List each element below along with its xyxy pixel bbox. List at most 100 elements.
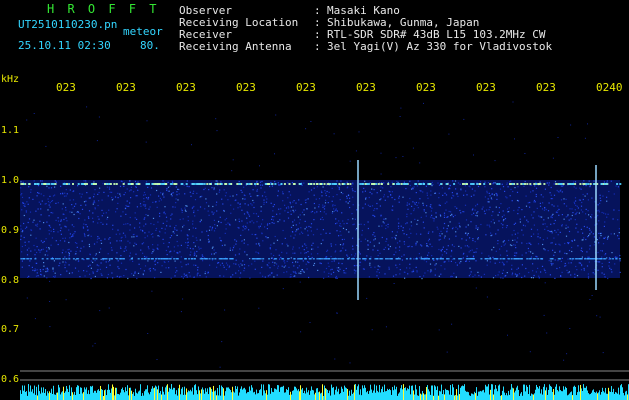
noise-speck (554, 251, 556, 253)
carrier-line-dot (116, 258, 119, 260)
signal-bar (293, 390, 294, 400)
carrier-line-dot (184, 258, 187, 260)
noise-speck (65, 226, 67, 228)
noise-speck (135, 186, 137, 188)
noise-speck (21, 209, 23, 211)
noise-speck (219, 264, 222, 266)
signal-bar (281, 386, 282, 400)
noise-speck (137, 189, 139, 191)
noise-speck (62, 261, 64, 263)
noise-speck (235, 240, 238, 242)
noise-speck (208, 214, 210, 216)
noise-speck (464, 185, 466, 187)
noise-speck (213, 187, 215, 189)
signal-bar (43, 387, 44, 400)
signal-bar (600, 394, 601, 400)
carrier-line-dot (158, 183, 161, 185)
noise-speck (557, 234, 559, 236)
noise-speck (565, 216, 567, 218)
noise-speck (313, 187, 315, 189)
noise-speck (237, 202, 239, 204)
noise-speck (542, 202, 544, 204)
noise-speck (502, 210, 504, 212)
noise-speck (554, 219, 556, 222)
noise-speck (301, 211, 304, 213)
noise-speck (339, 199, 341, 201)
signal-bar (511, 384, 512, 400)
signal-bar (254, 391, 255, 400)
signal-bar (571, 391, 572, 400)
noise-speck (415, 233, 418, 235)
signal-bar (466, 391, 467, 400)
signal-bar (322, 384, 323, 400)
noise-speck (35, 275, 38, 277)
noise-speck (213, 249, 215, 251)
carrier-line-dot (436, 258, 439, 260)
noise-speck (491, 188, 493, 190)
noise-speck (215, 204, 217, 206)
signal-bar (178, 388, 179, 400)
noise-speck (251, 263, 253, 265)
noise-speck (244, 203, 246, 205)
noise-speck (239, 206, 241, 208)
carrier-line-dot (589, 183, 592, 185)
noise-speck (546, 237, 548, 239)
signal-bar (161, 394, 162, 400)
noise-speck (429, 243, 431, 245)
noise-speck (201, 231, 203, 233)
noise-speck (536, 256, 538, 258)
signal-bar (49, 391, 50, 400)
noise-speck (213, 253, 215, 255)
noise-speck (192, 248, 194, 250)
signal-bar (40, 393, 41, 400)
noise-speck (40, 270, 42, 272)
noise-speck (243, 264, 246, 266)
signal-bar (228, 387, 229, 400)
noise-speck (291, 182, 293, 184)
noise-speck (64, 240, 66, 242)
signal-bar (623, 392, 624, 400)
noise-speck (571, 214, 573, 217)
signal-bar (439, 390, 440, 400)
noise-speck (392, 205, 394, 207)
carrier-line-dot (574, 183, 577, 185)
noise-speck (264, 191, 266, 193)
noise-speck (345, 249, 347, 251)
noise-speck (376, 271, 378, 273)
noise-speck (325, 267, 328, 270)
noise-speck (472, 238, 474, 240)
carrier-line-dot (406, 183, 408, 185)
noise-speck (551, 232, 553, 234)
noise-speck (423, 210, 425, 212)
noise-speck (137, 272, 140, 274)
noise-speck (208, 205, 210, 207)
noise-speck (48, 247, 50, 249)
noise-speck (22, 181, 24, 183)
signal-bar (290, 391, 291, 400)
noise-speck (574, 203, 576, 205)
noise-speck (124, 234, 126, 236)
carrier-line-dot (264, 183, 267, 185)
noise-speck (610, 233, 612, 235)
noise-speck (390, 186, 392, 188)
noise-speck (544, 188, 546, 190)
noise-speck (60, 233, 62, 235)
signal-bar (543, 386, 544, 400)
noise-speck (196, 273, 198, 275)
noise-speck (511, 274, 513, 276)
noise-speck (286, 252, 288, 254)
noise-speck (328, 265, 330, 267)
noise-speck (530, 228, 533, 230)
noise-speck (398, 249, 401, 251)
noise-speck (130, 197, 132, 199)
noise-speck (109, 242, 111, 244)
noise-speck (162, 222, 164, 224)
signal-bar (36, 386, 37, 400)
noise-speck (235, 219, 237, 221)
noise-speck (346, 197, 348, 199)
noise-speck (597, 204, 599, 206)
noise-speck (72, 199, 75, 201)
signal-bar (458, 384, 459, 400)
noise-speck (38, 192, 40, 194)
noise-speck (606, 200, 608, 202)
